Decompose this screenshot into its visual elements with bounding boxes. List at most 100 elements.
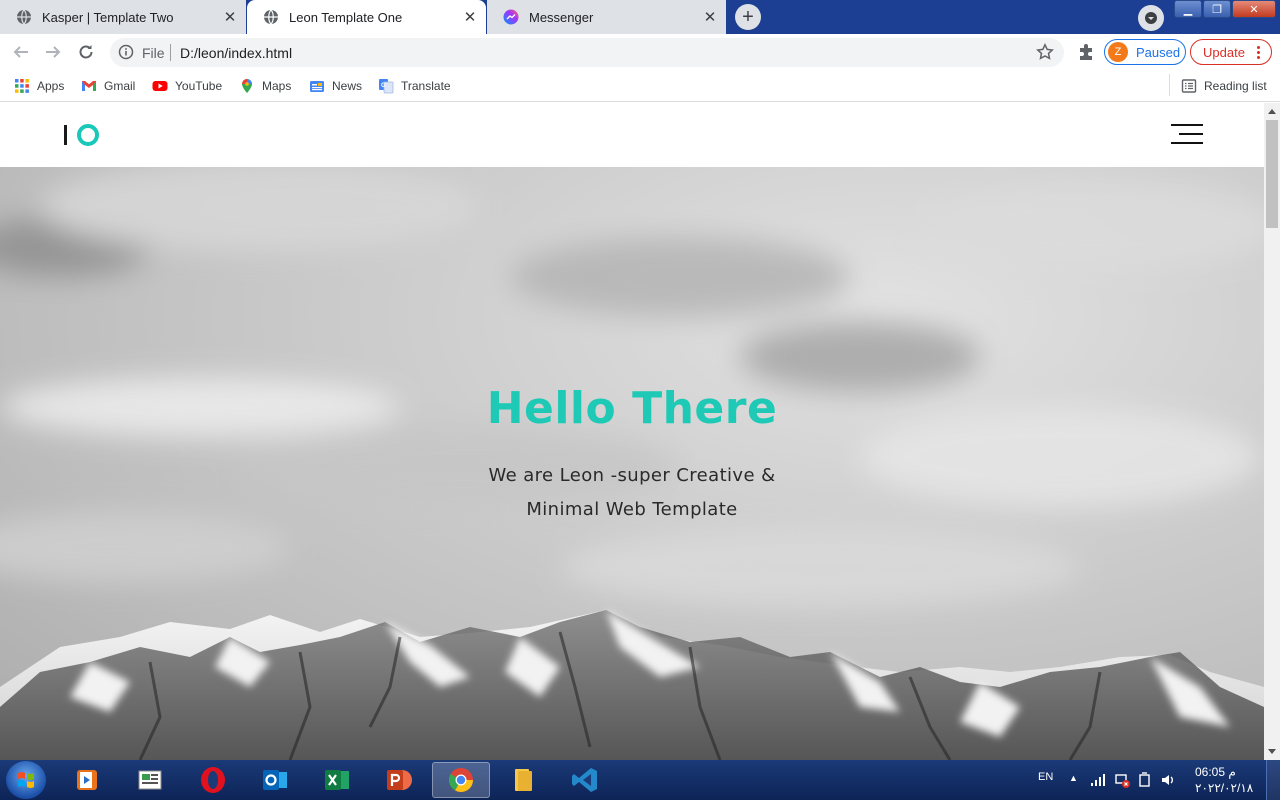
tab-messenger[interactable]: Messenger ✕ <box>487 0 726 34</box>
taskbar-explorer[interactable] <box>494 762 552 798</box>
site-header <box>0 103 1264 167</box>
info-icon[interactable] <box>118 44 134 60</box>
tab-search-button[interactable] <box>1138 5 1164 31</box>
volume-icon[interactable] <box>1160 772 1176 788</box>
action-center-icon[interactable] <box>1138 772 1152 788</box>
show-desktop-button[interactable] <box>1266 760 1280 800</box>
globe-icon <box>17 9 31 25</box>
tab-close-icon[interactable]: ✕ <box>460 7 480 27</box>
browser-tab-strip: Kasper | Template Two ✕ Leon Template On… <box>0 0 1280 34</box>
update-button[interactable]: Update <box>1190 39 1272 65</box>
explorer-folder-icon <box>515 769 532 791</box>
taskbar-outlook[interactable] <box>246 762 304 798</box>
signal-bars-icon[interactable] <box>1090 774 1106 786</box>
scrollbar-thumb[interactable] <box>1266 120 1278 228</box>
scroll-down-icon[interactable] <box>1268 749 1276 754</box>
reading-list-label: Reading list <box>1204 79 1267 93</box>
paused-label: Paused <box>1136 44 1181 60</box>
clock-time[interactable]: 06:05 م <box>1195 765 1236 779</box>
tab-title: Kasper | Template Two <box>42 9 174 25</box>
url-scheme: File <box>142 45 165 61</box>
bookmark-maps[interactable]: Maps <box>239 76 291 96</box>
hero-title: Hello There <box>486 383 778 434</box>
bookmark-star-icon[interactable] <box>1036 43 1054 61</box>
site-logo[interactable] <box>64 124 99 146</box>
apps-grid-icon <box>15 79 29 93</box>
tab-title: Messenger <box>529 9 594 25</box>
url-text[interactable]: D:/leon/index.html <box>180 45 292 61</box>
language-indicator[interactable]: EN <box>1038 771 1053 783</box>
bookmark-label: Gmail <box>104 79 136 93</box>
bookmark-label: Apps <box>37 79 65 93</box>
kebab-menu-icon <box>1256 45 1260 59</box>
youtube-icon <box>152 81 168 91</box>
browser-toolbar: File D:/leon/index.html Z Paused Update <box>0 34 1280 70</box>
gmail-icon <box>82 81 96 91</box>
messenger-icon <box>503 9 519 25</box>
new-tab-button[interactable]: + <box>735 4 761 30</box>
url-divider <box>170 44 171 61</box>
chevron-down-icon <box>1145 12 1157 24</box>
hero-section: Hello There We are Leon -super Creative … <box>0 167 1264 760</box>
vscode-icon <box>572 768 597 792</box>
bookmark-apps[interactable]: Apps <box>14 76 64 96</box>
taskbar-excel[interactable] <box>308 762 366 798</box>
minimize-button[interactable]: ▁ <box>1174 0 1202 18</box>
restore-button[interactable]: ❐ <box>1203 0 1231 18</box>
hero-subtitle-line1: We are Leon -super Creative & <box>488 465 776 486</box>
maps-pin-icon <box>242 79 252 93</box>
chrome-icon <box>448 768 473 793</box>
excel-icon <box>325 770 349 790</box>
reading-list-button[interactable]: Reading list <box>1181 76 1267 96</box>
tab-close-icon[interactable]: ✕ <box>220 7 240 27</box>
bookmark-label: Translate <box>401 79 451 93</box>
bookmark-label: Maps <box>262 79 292 93</box>
taskbar-chrome[interactable] <box>432 762 490 798</box>
profile-paused-button[interactable]: Z Paused <box>1104 39 1186 65</box>
arrow-right-icon <box>46 46 61 58</box>
windows-start-button[interactable] <box>6 761 46 799</box>
bookmark-translate[interactable]: G Translate <box>378 76 451 96</box>
media-player-icon <box>77 770 97 790</box>
tab-close-icon[interactable]: ✕ <box>700 7 720 27</box>
hamburger-menu-icon[interactable] <box>1171 124 1203 144</box>
scroll-up-icon[interactable] <box>1268 109 1276 114</box>
bookmark-youtube[interactable]: YouTube <box>152 76 222 96</box>
reading-list-icon <box>1181 79 1197 93</box>
taskbar-powerpoint[interactable] <box>370 762 428 798</box>
bookmark-gmail[interactable]: Gmail <box>81 76 135 96</box>
tab-kasper[interactable]: Kasper | Template Two ✕ <box>0 0 246 34</box>
page-viewport: Hello There We are Leon -super Creative … <box>0 103 1264 760</box>
forward-button[interactable] <box>41 40 65 64</box>
windows-taskbar: EN ▲ 06:05 م ٢٠٢٢/٠٢/١٨ <box>0 760 1280 800</box>
bookmark-label: News <box>332 79 363 93</box>
powerpoint-icon <box>387 770 412 790</box>
bookmarks-bar: Apps Gmail YouTube Maps News G Translate… <box>0 70 1280 102</box>
page-scrollbar[interactable] <box>1264 103 1280 760</box>
address-bar[interactable]: File D:/leon/index.html <box>110 38 1064 67</box>
back-button[interactable] <box>9 40 33 64</box>
update-label: Update <box>1203 44 1245 60</box>
logo-ring <box>77 124 99 146</box>
arrow-left-icon <box>13 46 28 58</box>
extensions-puzzle-icon[interactable] <box>1076 42 1096 62</box>
tab-leon[interactable]: Leon Template One ✕ <box>247 0 486 34</box>
network-error-icon[interactable] <box>1114 772 1130 788</box>
taskbar-opera[interactable] <box>184 762 242 798</box>
show-hidden-icons-icon[interactable]: ▲ <box>1069 773 1078 783</box>
clock-date[interactable]: ٢٠٢٢/٠٢/١٨ <box>1195 781 1253 795</box>
reload-icon <box>79 45 93 59</box>
taskbar-media-player[interactable] <box>58 762 116 798</box>
logo-bar <box>64 125 67 145</box>
taskbar-file-manager[interactable] <box>121 762 179 798</box>
window-controls: ▁ ❐ ✕ <box>1174 0 1277 20</box>
news-icon <box>310 81 324 92</box>
svg-text:G: G <box>381 83 386 89</box>
tab-title: Leon Template One <box>289 9 403 25</box>
hero-subtitle: We are Leon -super Creative & Minimal We… <box>0 459 1264 527</box>
close-window-button[interactable]: ✕ <box>1232 0 1276 18</box>
opera-icon <box>201 767 225 793</box>
reload-button[interactable] <box>74 40 98 64</box>
bookmark-news[interactable]: News <box>309 76 362 96</box>
taskbar-vscode[interactable] <box>556 762 614 798</box>
